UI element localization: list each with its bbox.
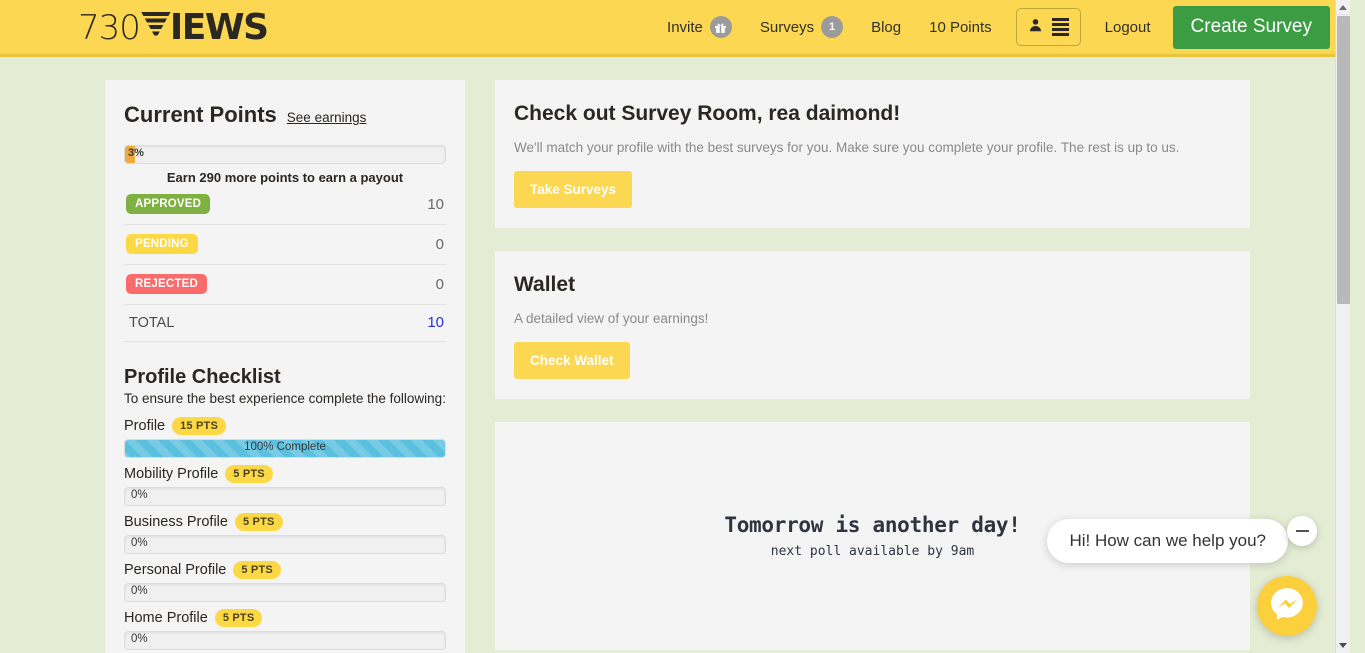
nav-links: Invite Surveys 1 Blog 10 Points Logout C… [653,0,1350,54]
current-points-card: Current Points See earnings 3% Earn 290 … [105,80,465,653]
checklist-progress-label: 0% [131,537,148,549]
surveys-count-badge: 1 [821,16,844,38]
sidebar: Current Points See earnings 3% Earn 290 … [105,80,465,653]
nav-item-logout[interactable]: Logout [1081,19,1173,36]
chat-minimize-button[interactable] [1287,516,1317,546]
messenger-launcher-button[interactable] [1257,576,1317,636]
poll-subtext: next poll available by 9am [770,544,975,559]
status-badge: REJECTED [126,274,207,294]
checklist-item-name: Personal Profile [124,562,227,578]
wallet-description: A detailed view of your earnings! [514,311,709,326]
hamburger-icon [1051,18,1069,36]
nav-item-points[interactable]: 10 Points [915,19,1006,36]
checklist-item-points: 15 PTS [172,417,226,435]
checklist-progress-label: 100% Complete [244,441,326,453]
top-navigation-bar: 730 IEWS Invite Surveys 1 Blog 10 Points… [0,0,1350,57]
user-icon [1028,17,1043,38]
checklist-progress-label: 0% [131,489,148,501]
checklist-item-points: 5 PTS [214,609,263,627]
profile-checklist-title: Profile Checklist [124,366,281,388]
nav-surveys-label: Surveys [759,18,815,36]
take-surveys-button[interactable]: Take Surveys [514,171,633,208]
points-status-row: REJECTED 0 [124,265,446,305]
points-value: 0 [435,275,444,293]
nav-item-invite[interactable]: Invite [653,16,746,38]
checklist-item-name: Home Profile [124,610,208,626]
checklist-progress-track: 0% [124,535,446,554]
logo-v-icon [140,11,171,39]
points-total-row: TOTAL 10 [124,305,446,342]
checklist-item-name: Profile [124,418,166,434]
page-root: 730 IEWS Invite Surveys 1 Blog 10 Points… [0,0,1350,653]
current-points-title: Current Points See earnings [124,102,446,128]
points-value: 0 [435,235,444,253]
page-scrollbar[interactable] [1335,0,1350,653]
create-survey-button[interactable]: Create Survey [1172,5,1330,49]
checklist-item-name: Business Profile [124,514,228,530]
payout-progress-label: 3% [128,147,144,159]
status-badge: PENDING [126,234,198,254]
profile-checklist-items: Profile 15 PTS 100% Complete Mobility Profi… [124,417,446,650]
account-menu-button[interactable] [1015,8,1081,46]
checklist-item-head: Home Profile 5 PTS [124,609,446,627]
logo-text-views: IEWS [169,6,269,48]
points-status-row: PENDING 0 [124,225,446,265]
survey-room-card: Check out Survey Room, rea daimond! We'l… [495,80,1250,228]
profile-checklist-subtitle: To ensure the best experience complete t… [124,391,446,406]
checklist-progress-label: 0% [131,585,148,597]
points-status-row: APPROVED 10 [124,185,446,225]
checklist-item[interactable]: Business Profile 5 PTS 0% [124,513,446,554]
checklist-item-head: Mobility Profile 5 PTS [124,465,446,483]
checklist-progress-track: 100% Complete [124,439,446,458]
checklist-item-points: 5 PTS [225,465,273,483]
nav-item-blog[interactable]: Blog [857,19,915,36]
payout-progress: 3% Earn 290 more points to earn a payout [124,145,446,185]
points-total-value: 10 [427,314,444,331]
check-wallet-button[interactable]: Check Wallet [514,342,630,379]
survey-room-title: Check out Survey Room, rea daimond! [514,102,901,125]
checklist-progress-track: 0% [124,583,446,602]
site-logo[interactable]: 730 IEWS [78,6,269,48]
status-badge: APPROVED [126,194,211,214]
nav-item-surveys[interactable]: Surveys 1 [746,16,857,38]
checklist-progress-label: 0% [131,633,148,645]
points-value: 10 [427,195,444,213]
checklist-item-points: 5 PTS [233,561,281,579]
checklist-item-head: Business Profile 5 PTS [124,513,446,531]
nav-invite-label: Invite [667,18,703,36]
checklist-progress-track: 0% [124,487,446,506]
checklist-item-name: Mobility Profile [124,466,219,482]
messenger-icon [1268,585,1306,628]
see-earnings-link[interactable]: See earnings [287,110,367,125]
payout-progress-note: Earn 290 more points to earn a payout [166,170,404,185]
wallet-card: Wallet A detailed view of your earnings!… [495,251,1250,399]
poll-headline: Tomorrow is another day! [724,513,1021,537]
checklist-progress-track: 0% [124,631,446,650]
checklist-item-head: Profile 15 PTS [124,417,446,435]
gift-icon [709,16,732,38]
points-total-label: TOTAL [129,314,175,331]
chat-greeting-bubble[interactable]: Hi! How can we help you? [1047,519,1288,563]
scrollbar-down-arrow[interactable] [1336,638,1350,653]
checklist-item[interactable]: Profile 15 PTS 100% Complete [124,417,446,458]
logo-text-730: 730 [78,7,141,48]
checklist-item-points: 5 PTS [234,513,283,531]
checklist-item[interactable]: Home Profile 5 PTS 0% [124,609,446,650]
checklist-item-head: Personal Profile 5 PTS [124,561,446,579]
survey-room-description: We'll match your profile with the best s… [514,140,1180,155]
page-content: Current Points See earnings 3% Earn 290 … [0,57,1350,653]
points-status-rows: APPROVED 10 PENDING 0 REJECTED 0 [124,185,446,305]
wallet-title: Wallet [514,273,576,296]
scrollbar-up-arrow[interactable] [1336,0,1350,15]
checklist-item[interactable]: Personal Profile 5 PTS 0% [124,561,446,602]
checklist-item[interactable]: Mobility Profile 5 PTS 0% [124,465,446,506]
scrollbar-thumb[interactable] [1337,16,1350,304]
main-column: Check out Survey Room, rea daimond! We'l… [495,80,1250,653]
current-points-heading: Current Points [124,102,277,127]
payout-progress-track: 3% [124,145,446,164]
minus-icon [1295,530,1309,532]
